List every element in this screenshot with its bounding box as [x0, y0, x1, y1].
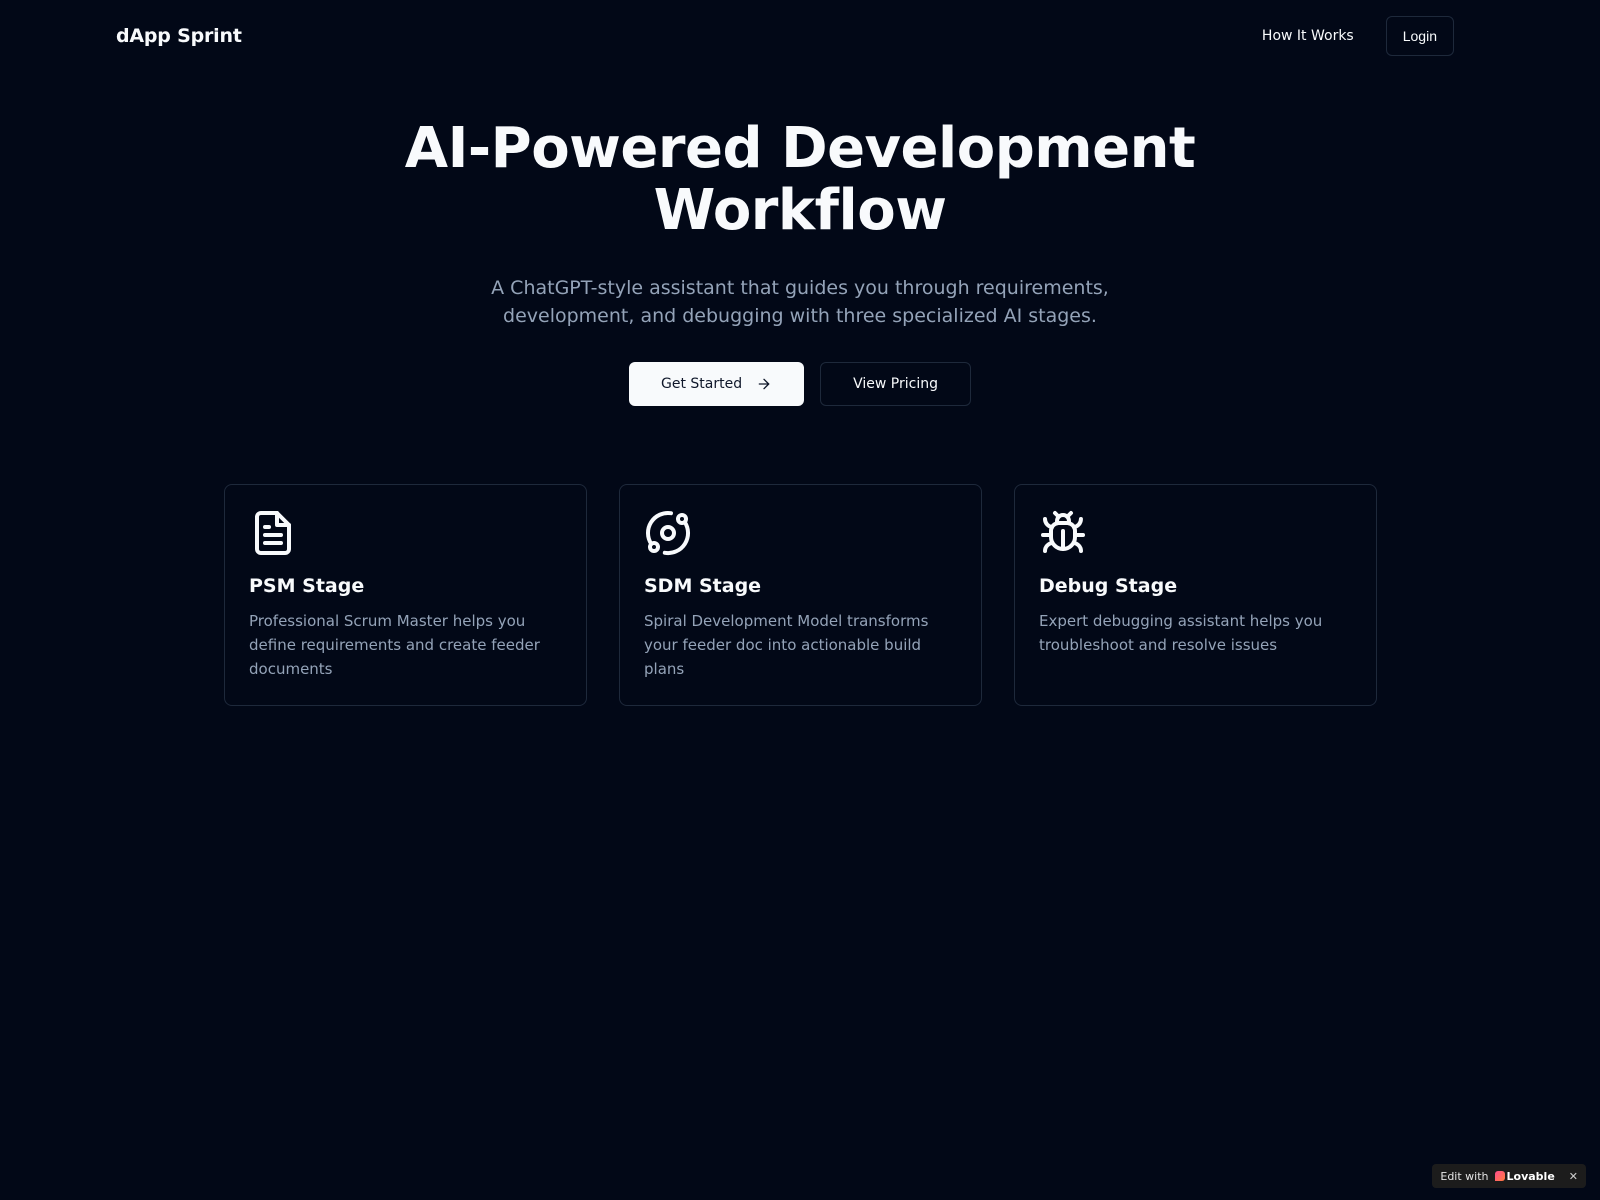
orbit-icon [646, 510, 691, 556]
lovable-logo: Lovable [1494, 1169, 1555, 1183]
lovable-logo-text: Lovable [1506, 1169, 1555, 1183]
landing-page: dApp Sprint How It Works Login AI-Powere… [0, 0, 1600, 1200]
view-pricing-button[interactable]: View Pricing [820, 362, 971, 406]
get-started-label: Get Started [661, 376, 743, 392]
arrow-right-icon [758, 378, 770, 390]
hero-title-line-1: AI-Powered Development [404, 116, 1196, 181]
stage-cards: PSM Stage Professional Scrum Master help… [224, 484, 1377, 706]
document-icon [255, 511, 291, 555]
card-debug-stage: Debug Stage Expert debugging assistant h… [1014, 484, 1377, 706]
card-sdm-stage: SDM Stage Spiral Development Model trans… [619, 484, 982, 706]
bug-icon [1041, 511, 1085, 553]
top-nav: How It Works Login [1246, 16, 1454, 56]
brand-logo[interactable]: dApp Sprint [116, 25, 242, 47]
hero-subtitle: A ChatGPT-style assistant that guides yo… [491, 277, 1109, 327]
hero-section: AI-Powered Development Workflow A ChatGP… [0, 118, 1600, 406]
card-title: SDM Stage [644, 575, 762, 597]
hero-title: AI-Powered Development Workflow [0, 118, 1600, 242]
close-icon[interactable]: ✕ [1569, 1170, 1578, 1183]
lovable-heart-icon [1494, 1171, 1505, 1181]
edit-with-lovable-badge[interactable]: Edit with Lovable ✕ [1432, 1164, 1586, 1188]
hero-title-line-2: Workflow [653, 178, 947, 243]
card-psm-stage: PSM Stage Professional Scrum Master help… [224, 484, 587, 706]
nav-how-it-works[interactable]: How It Works [1246, 18, 1370, 54]
card-description: Professional Scrum Master helps you defi… [249, 612, 540, 678]
cta-row: Get Started View Pricing [0, 362, 1600, 406]
login-button[interactable]: Login [1385, 16, 1454, 56]
badge-label: Edit with [1440, 1169, 1489, 1183]
site-header: dApp Sprint How It Works Login [0, 0, 1600, 72]
card-description: Spiral Development Model transforms your… [644, 612, 929, 678]
get-started-button[interactable]: Get Started [629, 362, 805, 406]
card-title: Debug Stage [1039, 575, 1178, 597]
card-description: Expert debugging assistant helps you tro… [1039, 612, 1323, 654]
card-title: PSM Stage [249, 575, 365, 597]
